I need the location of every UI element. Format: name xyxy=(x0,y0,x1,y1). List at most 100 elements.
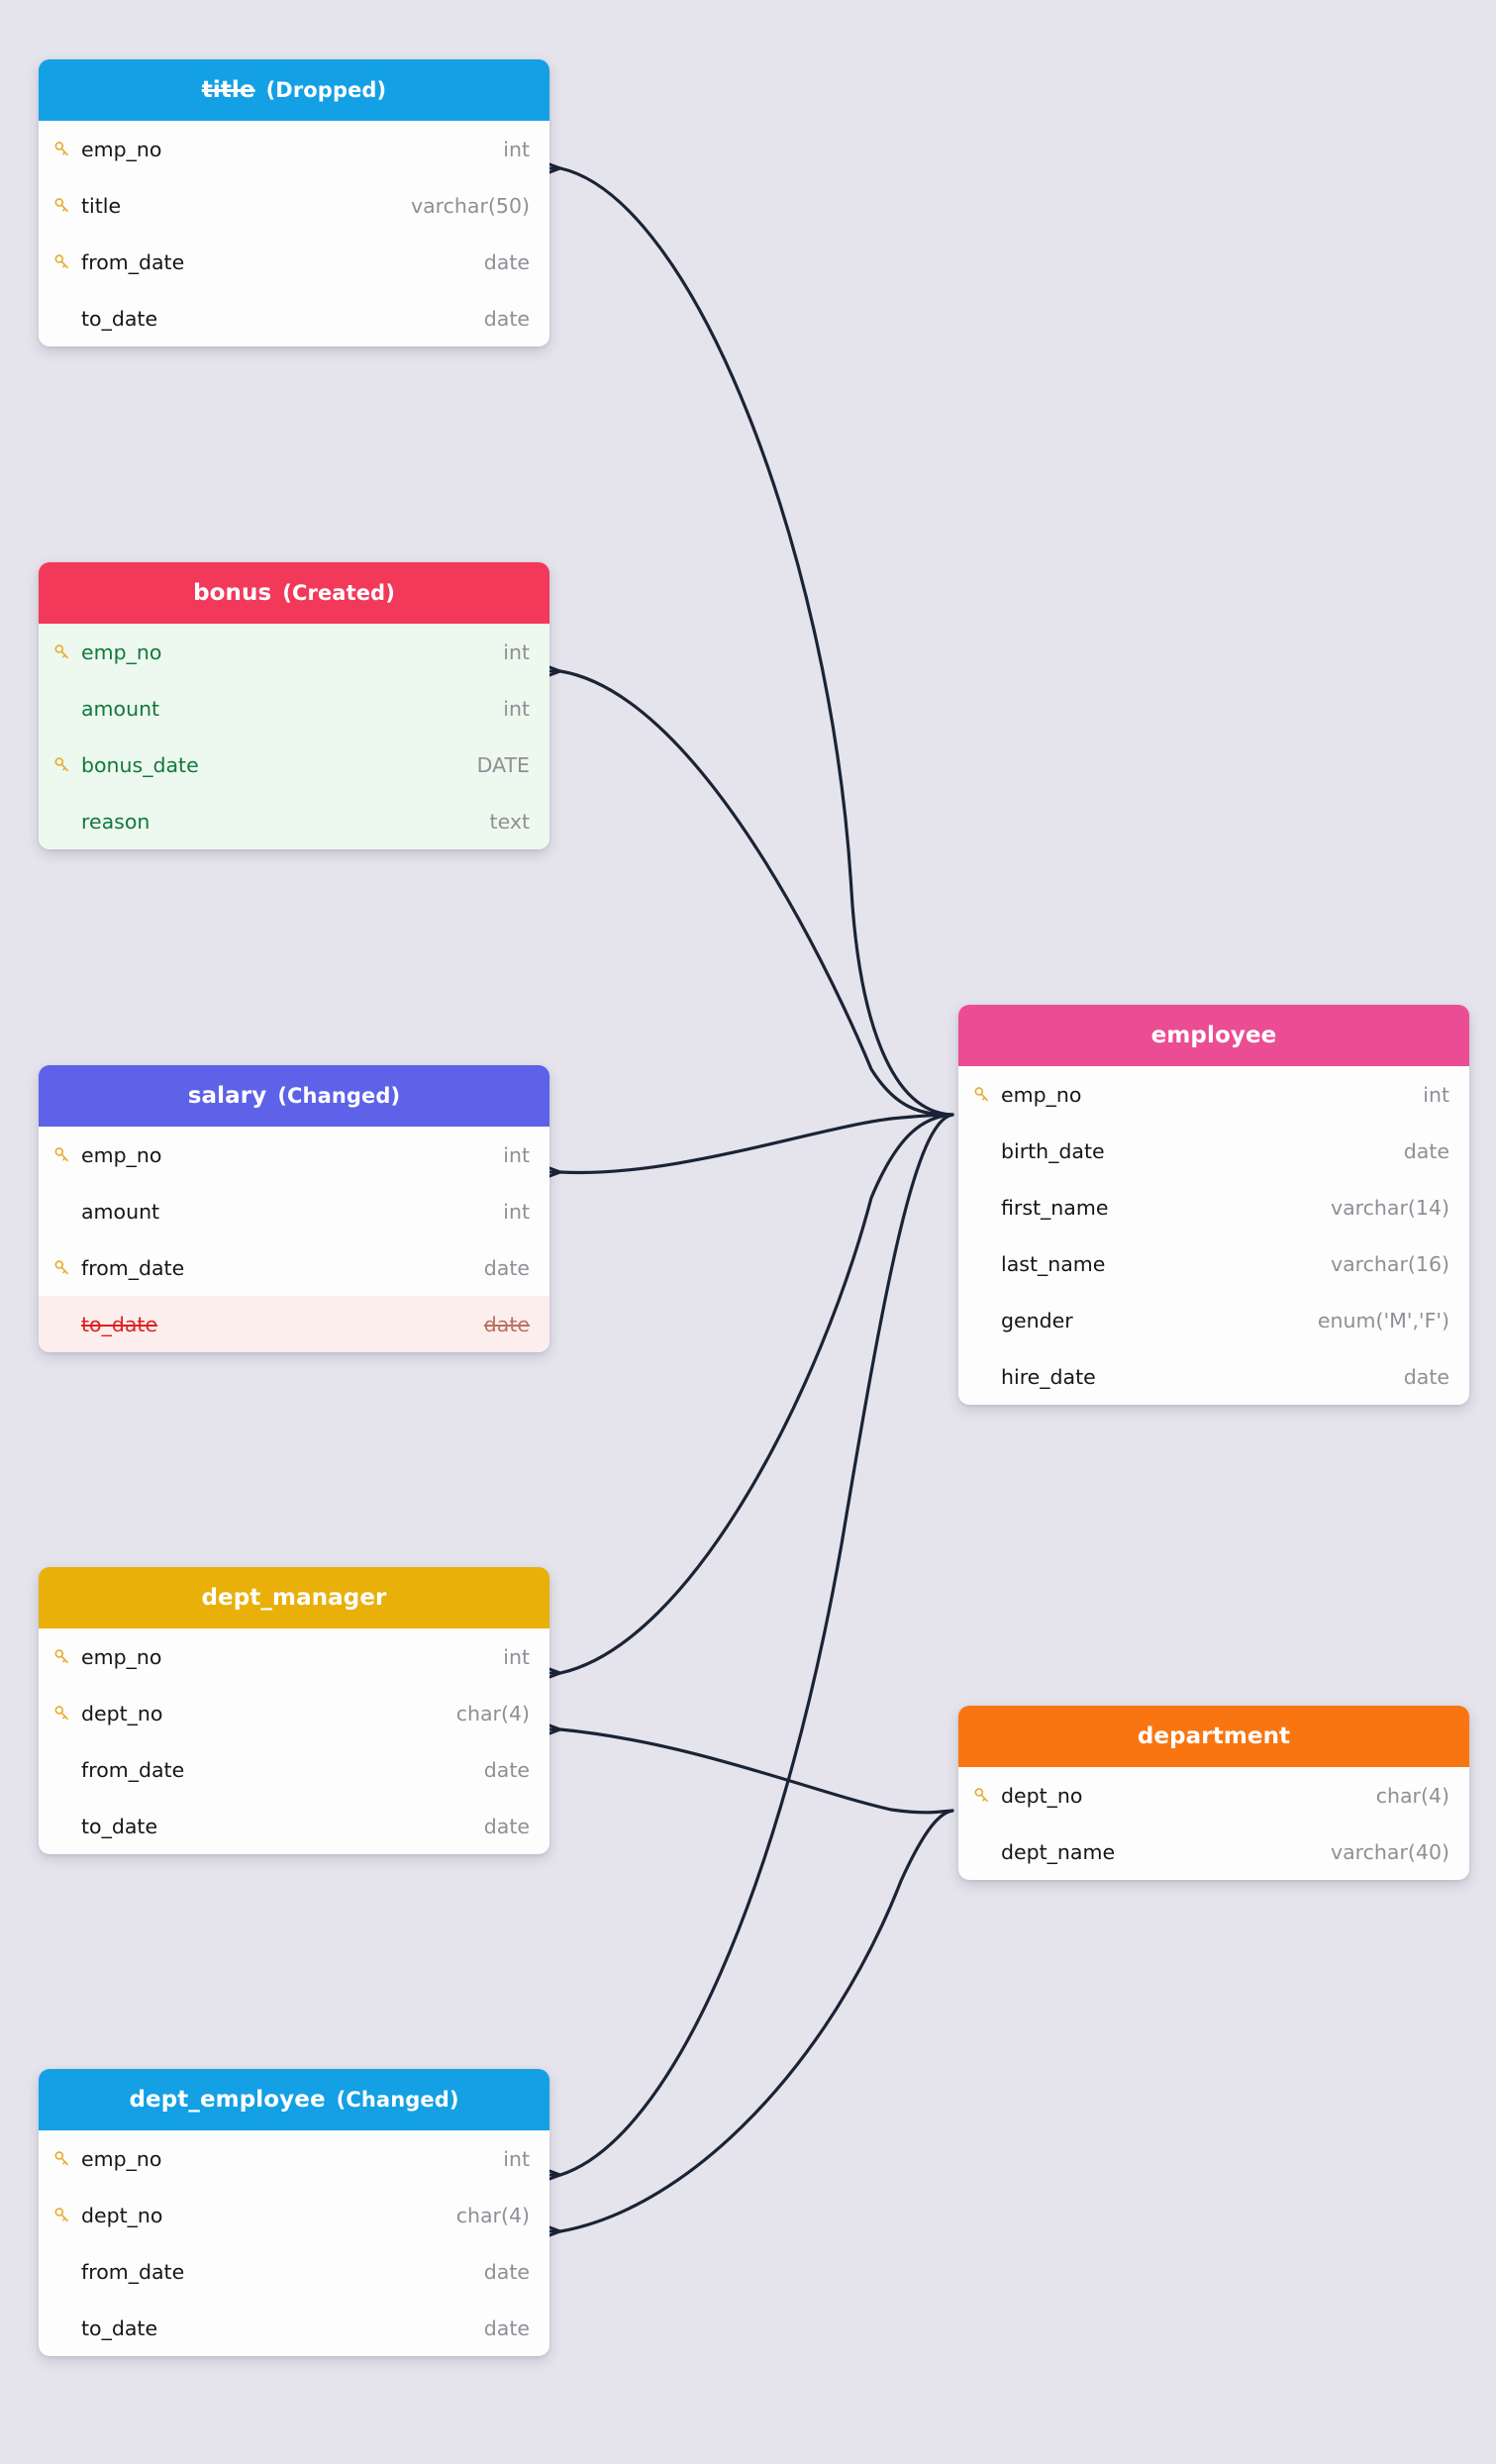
field-type: date xyxy=(483,1255,530,1280)
field-row[interactable]: emp_no int xyxy=(39,121,549,177)
field-row[interactable]: emp_no int xyxy=(39,2130,549,2187)
primary-key-icon-slot xyxy=(52,1647,81,1666)
field-type: enum('M','F') xyxy=(1317,1308,1449,1332)
field-type: date xyxy=(483,1757,530,1782)
field-row[interactable]: dept_no char(4) xyxy=(39,2187,549,2243)
primary-key-icon-slot xyxy=(52,1258,81,1277)
field-row[interactable]: from_date date xyxy=(39,1239,549,1296)
field-type: int xyxy=(503,1199,530,1224)
table-state-badge-title: (Dropped) xyxy=(265,78,387,102)
primary-key-icon xyxy=(54,198,68,213)
table-header-salary[interactable]: salary (Changed) xyxy=(39,1065,549,1127)
primary-key-icon xyxy=(54,254,68,269)
edge-deptmanager-department xyxy=(558,1727,954,1815)
field-row[interactable]: emp_no int xyxy=(39,624,549,680)
field-row[interactable]: gender enum('M','F') xyxy=(958,1292,1469,1348)
edge-salary-employee xyxy=(558,1113,954,1175)
field-row[interactable]: dept_no char(4) xyxy=(39,1685,549,1741)
field-type: DATE xyxy=(476,752,530,777)
table-card-department[interactable]: department dept_no char(4) dept_name varchar… xyxy=(958,1706,1469,1880)
table-body-bonus: emp_no int amount int bonus_date DATE reason te… xyxy=(39,624,549,849)
field-name: to_date xyxy=(81,1312,158,1336)
field-row[interactable]: bonus_date DATE xyxy=(39,737,549,793)
field-row[interactable]: to_date date xyxy=(39,1296,549,1352)
primary-key-icon xyxy=(54,1706,68,1721)
field-type: varchar(50) xyxy=(410,193,530,218)
table-name-dept_manager: dept_manager xyxy=(201,1585,387,1611)
field-name: reason xyxy=(81,809,150,834)
field-row[interactable]: reason text xyxy=(39,793,549,849)
field-row[interactable]: amount int xyxy=(39,680,549,737)
field-type: int xyxy=(503,1644,530,1669)
field-name: title xyxy=(81,193,122,218)
field-row[interactable]: first_name varchar(14) xyxy=(958,1179,1469,1235)
primary-key-icon-slot xyxy=(972,1786,1001,1805)
table-body-dept_employee: emp_no int dept_no char(4) from_date date to_d… xyxy=(39,2130,549,2356)
table-body-salary: emp_no int amount int from_date date to_date da… xyxy=(39,1127,549,1352)
field-name: to_date xyxy=(81,1814,158,1838)
table-header-dept_manager[interactable]: dept_manager xyxy=(39,1567,549,1628)
table-card-salary[interactable]: salary (Changed) emp_no intamount int from_da… xyxy=(39,1065,549,1352)
field-name: emp_no xyxy=(81,640,162,664)
primary-key-icon xyxy=(54,1649,68,1664)
field-row[interactable]: birth_date date xyxy=(958,1123,1469,1179)
field-row[interactable]: from_date date xyxy=(39,234,549,290)
field-row[interactable]: amount int xyxy=(39,1183,549,1239)
field-name: to_date xyxy=(81,306,158,331)
table-header-bonus[interactable]: bonus (Created) xyxy=(39,562,549,624)
field-row[interactable]: emp_no int xyxy=(39,1127,549,1183)
field-type: date xyxy=(483,306,530,331)
field-row[interactable]: last_name varchar(16) xyxy=(958,1235,1469,1292)
primary-key-icon xyxy=(54,644,68,659)
primary-key-icon-slot xyxy=(52,1145,81,1164)
field-row[interactable]: dept_name varchar(40) xyxy=(958,1823,1469,1880)
field-row[interactable]: emp_no int xyxy=(958,1066,1469,1123)
table-card-dept_employee[interactable]: dept_employee (Changed) emp_no int dept_no ch… xyxy=(39,2069,549,2356)
field-name: emp_no xyxy=(1001,1082,1082,1107)
table-header-dept_employee[interactable]: dept_employee (Changed) xyxy=(39,2069,549,2130)
field-name: first_name xyxy=(1001,1195,1109,1220)
field-type: varchar(16) xyxy=(1330,1251,1449,1276)
field-row[interactable]: to_date date xyxy=(39,290,549,346)
field-name: from_date xyxy=(81,1255,185,1280)
table-card-title[interactable]: title (Dropped) emp_no int title varchar(50) f… xyxy=(39,59,549,346)
field-type: varchar(40) xyxy=(1330,1839,1449,1864)
field-row[interactable]: to_date date xyxy=(39,1798,549,1854)
table-card-dept_manager[interactable]: dept_manager emp_no int dept_no char(4) from_… xyxy=(39,1567,549,1854)
table-header-department[interactable]: department xyxy=(958,1706,1469,1767)
field-row[interactable]: title varchar(50) xyxy=(39,177,549,234)
field-row[interactable]: emp_no int xyxy=(39,1628,549,1685)
field-name: emp_no xyxy=(81,1644,162,1669)
table-header-employee[interactable]: employee xyxy=(958,1005,1469,1066)
table-header-title[interactable]: title (Dropped) xyxy=(39,59,549,121)
table-card-employee[interactable]: employee emp_no int birth_date date first_nam… xyxy=(958,1005,1469,1405)
primary-key-icon-slot xyxy=(52,140,81,158)
field-name: from_date xyxy=(81,1757,185,1782)
field-type: char(4) xyxy=(455,1701,530,1725)
primary-key-icon-slot xyxy=(52,755,81,774)
table-state-badge-bonus: (Created) xyxy=(282,581,395,605)
primary-key-icon-slot xyxy=(52,1704,81,1723)
field-row[interactable]: to_date date xyxy=(39,2300,549,2356)
table-state-badge-salary: (Changed) xyxy=(277,1084,401,1108)
field-row[interactable]: dept_no char(4) xyxy=(958,1767,1469,1823)
field-name: amount xyxy=(81,1199,160,1224)
field-type: date xyxy=(483,2259,530,2284)
table-card-bonus[interactable]: bonus (Created) emp_no int amount int bonus_da… xyxy=(39,562,549,849)
primary-key-icon xyxy=(974,1788,988,1803)
primary-key-icon xyxy=(54,142,68,156)
field-name: emp_no xyxy=(81,137,162,161)
field-type: date xyxy=(483,249,530,274)
field-type: int xyxy=(503,137,530,161)
field-row[interactable]: from_date date xyxy=(39,2243,549,2300)
edge-deptemployee-employee xyxy=(558,1113,954,2177)
table-name-department: department xyxy=(1137,1724,1291,1749)
table-body-department: dept_no char(4) dept_name varchar(40) xyxy=(958,1767,1469,1880)
edge-deptemployee-department xyxy=(558,1809,954,2233)
primary-key-icon-slot xyxy=(972,1085,1001,1104)
field-row[interactable]: hire_date date xyxy=(958,1348,1469,1405)
field-type: int xyxy=(1423,1082,1449,1107)
field-name: dept_name xyxy=(1001,1839,1116,1864)
field-row[interactable]: from_date date xyxy=(39,1741,549,1798)
field-name: from_date xyxy=(81,249,185,274)
